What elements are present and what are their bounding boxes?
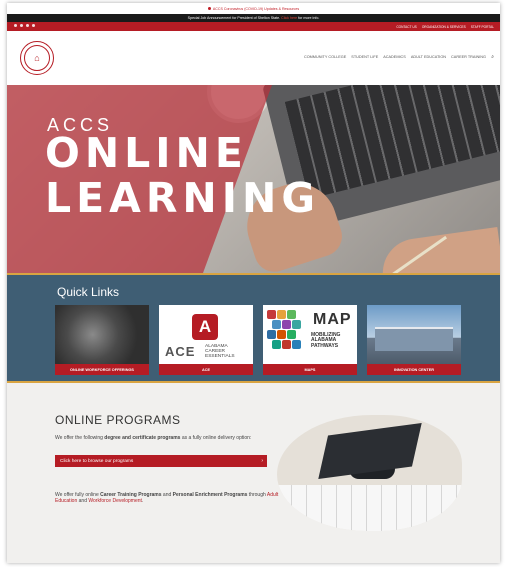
notice-text-end: for more info.	[298, 16, 320, 20]
maps-logo-image: MAP MOBILIZING ALABAMA PATHWAYS	[263, 305, 357, 364]
online-programs-description: We offer fully online Career Training Pr…	[55, 492, 279, 505]
main-nav: COMMUNITY COLLEGE STUDENT LIFE ACADEMICS…	[304, 55, 486, 59]
nav-academics[interactable]: ACADEMICS	[383, 55, 406, 59]
nav-student-life[interactable]: STUDENT LIFE	[351, 55, 378, 59]
hand-image	[378, 226, 500, 273]
card-label[interactable]: MAPS	[263, 364, 357, 375]
maps-logo-text: MAP	[313, 311, 352, 328]
hero-banner: ACCS ONLINE LEARNING	[7, 85, 500, 273]
quick-link-card-ace[interactable]: A ACE ALABAMA CAREER ESSENTIALS ACE	[159, 305, 253, 375]
twitter-icon[interactable]	[20, 24, 23, 27]
hex-icon	[272, 340, 281, 349]
hex-icon	[277, 330, 286, 339]
online-programs-intro: We offer the following degree and certif…	[55, 435, 252, 441]
facebook-icon[interactable]	[14, 24, 17, 27]
ace-logo-text: ACE	[165, 344, 196, 359]
accs-seal-logo[interactable]: ⌂	[20, 41, 54, 75]
workforce-development-link[interactable]: Workforce Development	[88, 498, 142, 504]
utility-links: CONTACT US ORGANIZATION & SERVICES STAFF…	[396, 25, 494, 29]
hex-icon	[272, 320, 281, 329]
hero-title-line1: ONLINE	[45, 129, 248, 177]
hero-title-line2: LEARNING	[45, 174, 320, 222]
hex-icon	[282, 340, 291, 349]
hex-icon	[267, 330, 276, 339]
staff-portal-link[interactable]: STAFF PORTAL	[471, 25, 494, 29]
card-label[interactable]: INNOVATION CENTER	[367, 364, 461, 375]
online-programs-section: ONLINE PROGRAMS We offer the following d…	[7, 383, 500, 563]
nav-community-college[interactable]: COMMUNITY COLLEGE	[304, 55, 346, 59]
nav-career-training[interactable]: CAREER TRAINING	[451, 55, 486, 59]
hex-icon	[267, 310, 276, 319]
quick-link-card-maps[interactable]: MAP MOBILIZING ALABAMA PATHWAYS MAPS	[263, 305, 357, 375]
hex-icon	[287, 310, 296, 319]
covid-alert-bar[interactable]: ACCS Coronavirus (COVID-19) Updates & Re…	[7, 3, 500, 14]
innovation-center-image	[367, 305, 461, 364]
hex-icon	[287, 330, 296, 339]
card-label[interactable]: ACE	[159, 364, 253, 375]
alert-icon	[207, 7, 211, 10]
covid-alert-link[interactable]: ACCS Coronavirus (COVID-19) Updates & Re…	[213, 7, 299, 11]
graduation-cap-image	[277, 415, 462, 531]
quick-links-section: Quick Links ONLINE WORKFORCE OFFERINGS A…	[7, 275, 500, 381]
quick-link-card-innovation[interactable]: INNOVATION CENTER	[367, 305, 461, 375]
engine-image	[55, 305, 149, 364]
organization-services-link[interactable]: ORGANIZATION & SERVICES	[422, 25, 466, 29]
browse-programs-button[interactable]: Click here to browse our programs ›	[55, 455, 267, 467]
quick-link-card-workforce[interactable]: ONLINE WORKFORCE OFFERINGS	[55, 305, 149, 375]
hex-icon	[292, 320, 301, 329]
contact-us-link[interactable]: CONTACT US	[396, 25, 416, 29]
quick-links-title: Quick Links	[57, 285, 120, 299]
cap-board-image	[318, 422, 422, 480]
page: ACCS Coronavirus (COVID-19) Updates & Re…	[7, 3, 500, 563]
utility-bar: CONTACT US ORGANIZATION & SERVICES STAFF…	[7, 22, 500, 31]
site-header: ⌂ COMMUNITY COLLEGE STUDENT LIFE ACADEMI…	[7, 31, 500, 85]
card-label[interactable]: ONLINE WORKFORCE OFFERINGS	[55, 364, 149, 375]
notice-bar: Special Job Announcement for President o…	[7, 14, 500, 22]
search-icon[interactable]: ⌕	[491, 54, 494, 60]
seal-emblem-icon: ⌂	[24, 45, 50, 71]
social-links	[14, 24, 35, 27]
ace-logo-subtitle: ALABAMA CAREER ESSENTIALS	[205, 344, 235, 359]
arrow-icon: ›	[261, 458, 263, 464]
keyboard-image	[277, 485, 462, 531]
hex-icon	[282, 320, 291, 329]
notice-link[interactable]: Click here	[281, 16, 297, 20]
ace-logo-image: A ACE ALABAMA CAREER ESSENTIALS	[159, 305, 253, 364]
notice-text: Special Job Announcement for President o…	[187, 16, 281, 20]
hex-icon	[277, 310, 286, 319]
online-programs-title: ONLINE PROGRAMS	[55, 413, 181, 427]
maps-logo-subtitle: MOBILIZING ALABAMA PATHWAYS	[311, 332, 341, 349]
ace-logo-icon: A	[192, 314, 218, 340]
youtube-icon[interactable]	[26, 24, 29, 27]
instagram-icon[interactable]	[32, 24, 35, 27]
nav-adult-education[interactable]: ADULT EDUCATION	[411, 55, 446, 59]
building-image	[375, 327, 453, 351]
hex-icon	[292, 340, 301, 349]
